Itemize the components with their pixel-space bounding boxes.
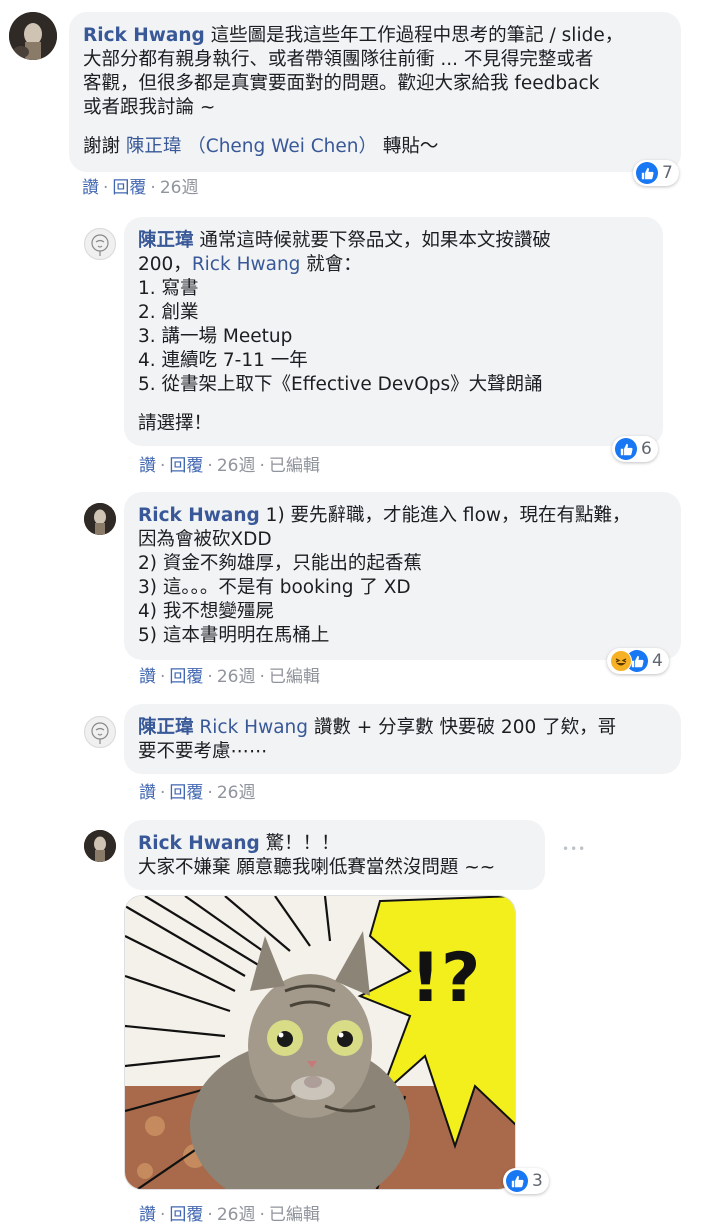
comment-1-line-3: 客觀，但很多都是真實要面對的問題。歡迎大家給我 feedback [83, 73, 600, 94]
comment-author[interactable]: Rick Hwang [138, 833, 260, 854]
cat-meme-image: !? [125, 896, 515, 1189]
avatar-rick[interactable] [9, 12, 57, 60]
haha-icon [610, 650, 632, 672]
reaction-count: 7 [662, 163, 673, 183]
avatar-chen[interactable] [84, 228, 116, 260]
reaction-summary-3[interactable]: 4 [607, 648, 669, 674]
comment-bubble-5: Rick Hwang 驚！！！ 大家不嫌棄 願意聽我喇低賽當然沒問題 ~~ [124, 820, 545, 890]
edited-label[interactable]: 已編輯 [269, 456, 320, 476]
timestamp[interactable]: 26週 [217, 783, 256, 803]
reply-button[interactable]: 回覆 [169, 783, 203, 803]
comment-2-line-8: 請選擇！ [138, 413, 213, 434]
comment-2-line-5: 3. 講一場 Meetup [138, 326, 293, 347]
like-button[interactable]: 讚 [139, 456, 156, 476]
reaction-summary-2[interactable]: 6 [612, 436, 658, 462]
avatar-rick[interactable] [84, 830, 116, 862]
comment-bubble-2: 陳正瑋 通常這時候就要下祭品文，如果本文按讚破 200，Rick Hwang 就… [124, 217, 663, 446]
comment-2-line-1: 陳正瑋 通常這時候就要下祭品文，如果本文按讚破 [138, 230, 551, 251]
reaction-count: 6 [641, 439, 652, 459]
comment-5-line-1: Rick Hwang 驚！！！ [138, 833, 340, 854]
comment-2-line-4: 2. 創業 [138, 302, 199, 323]
reaction-count: 3 [532, 1171, 543, 1191]
comment-3-line-5: 4) 我不想變殭屍 [138, 601, 274, 622]
like-icon [615, 438, 637, 460]
reply-button[interactable]: 回覆 [169, 1205, 203, 1225]
comment-1-line-4: 或者跟我討論 ~ [83, 97, 216, 118]
comment-bubble-3: Rick Hwang 1) 要先辭職，才能進入 flow，現在有點難， 因為會被… [124, 492, 681, 660]
comment-4-line-2: 要不要考慮⋯⋯ [138, 741, 268, 762]
reaction-summary-1[interactable]: 7 [633, 160, 679, 186]
comment-bubble-4: 陳正瑋 Rick Hwang 讚數 + 分享數 快要破 200 了欸，哥 要不要… [124, 704, 681, 774]
timestamp[interactable]: 26週 [160, 178, 199, 198]
comment-actions-3: 讚 · 回覆 · 26週 · 已編輯 [139, 667, 320, 687]
like-icon [636, 162, 658, 184]
comment-1-line-2: 大部分都有親身執行、或者帶領團隊往前衝 ... 不見得完整或者 [83, 49, 594, 70]
comment-3-line-6: 5) 這本書明明在馬桶上 [138, 625, 330, 646]
comment-actions-5: 讚 · 回覆 · 26週 · 已編輯 [139, 1205, 320, 1225]
comment-2-line-2: 200，Rick Hwang 就會： [138, 254, 362, 275]
mention-link[interactable]: Rick Hwang [192, 254, 301, 275]
reaction-summary-5[interactable]: 3 [503, 1168, 549, 1194]
like-button[interactable]: 讚 [139, 667, 156, 687]
timestamp[interactable]: 26週 [217, 667, 256, 687]
avatar-rick-photo [9, 12, 57, 60]
reply-button[interactable]: 回覆 [169, 667, 203, 687]
comment-author[interactable]: 陳正瑋 [138, 230, 194, 251]
like-button[interactable]: 讚 [139, 783, 156, 803]
avatar-chen[interactable] [84, 716, 116, 748]
comment-actions-1: 讚 · 回覆 · 26週 [82, 178, 199, 198]
avatar-rick-photo [84, 503, 116, 535]
comment-3-line-2: 因為會被砍XDD [138, 529, 272, 550]
avatar-rick[interactable] [84, 503, 116, 535]
comment-2-line-6: 4. 連續吃 7-11 一年 [138, 350, 308, 371]
reply-button[interactable]: 回覆 [112, 178, 146, 198]
comment-3-line-1: Rick Hwang 1) 要先辭職，才能進入 flow，現在有點難， [138, 505, 631, 526]
avatar-chen-sketch [91, 722, 109, 744]
like-button[interactable]: 讚 [82, 178, 99, 198]
comment-2-line-7: 5. 從書架上取下《Effective DevOps》大聲朗誦 [138, 374, 543, 395]
timestamp[interactable]: 26週 [217, 456, 256, 476]
comment-5-line-2: 大家不嫌棄 願意聽我喇低賽當然沒問題 ~~ [138, 857, 496, 878]
reply-button[interactable]: 回覆 [169, 456, 203, 476]
comment-actions-4: 讚 · 回覆 · 26週 [139, 783, 256, 803]
edited-label[interactable]: 已編輯 [269, 667, 320, 687]
image-exclaim-text: !? [410, 939, 480, 1018]
mention-link[interactable]: 陳正瑋 （Cheng Wei Chen） [126, 136, 377, 157]
comment-actions-2: 讚 · 回覆 · 26週 · 已編輯 [139, 456, 320, 476]
like-icon [506, 1170, 528, 1192]
comment-bubble-1: Rick Hwang 這些圖是我這些年工作過程中思考的筆記 / slide， 大… [69, 12, 681, 172]
reaction-count: 4 [652, 651, 663, 671]
edited-label[interactable]: 已編輯 [269, 1205, 320, 1225]
comment-4-line-1: 陳正瑋 Rick Hwang 讚數 + 分享數 快要破 200 了欸，哥 [138, 717, 617, 738]
timestamp[interactable]: 26週 [217, 1205, 256, 1225]
comment-author[interactable]: 陳正瑋 [138, 717, 194, 738]
avatar-chen-sketch [91, 234, 109, 256]
comment-image[interactable]: !? [124, 895, 516, 1190]
comment-2-line-3: 1. 寫書 [138, 278, 199, 299]
mention-link[interactable]: Rick Hwang [199, 717, 308, 738]
comment-3-line-4: 3) 這。。。不是有 booking 了 XD [138, 577, 411, 598]
comment-author[interactable]: Rick Hwang [138, 505, 260, 526]
like-button[interactable]: 讚 [139, 1205, 156, 1225]
comment-3-line-3: 2) 資金不夠雄厚，只能出的起香蕉 [138, 553, 422, 574]
comment-1-thanks: 謝謝 陳正瑋 （Cheng Wei Chen） 轉貼～ [83, 136, 439, 157]
comment-1-line-1: Rick Hwang 這些圖是我這些年工作過程中思考的筆記 / slide， [83, 25, 624, 46]
avatar-rick-photo [84, 830, 116, 862]
more-options-button[interactable]: ••• [562, 842, 586, 856]
comment-author[interactable]: Rick Hwang [83, 25, 205, 46]
